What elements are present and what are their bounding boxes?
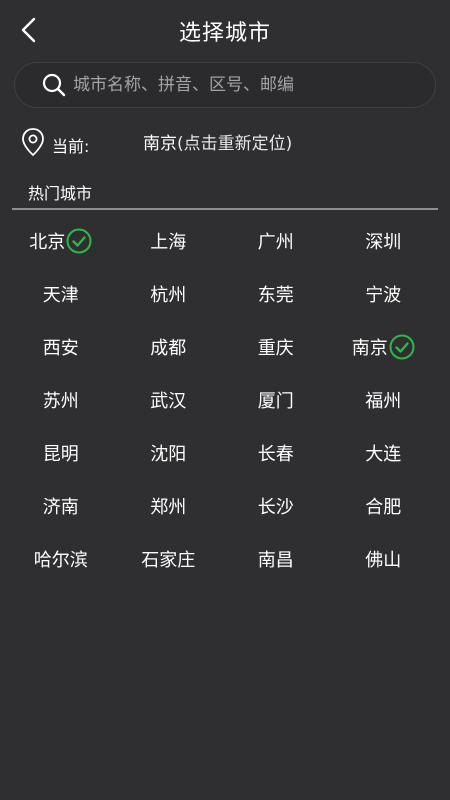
check-circle-icon — [389, 334, 415, 359]
city-item[interactable]: 南昌 — [222, 532, 330, 585]
city-name: 武汉 — [150, 390, 187, 412]
city-name: 哈尔滨 — [33, 549, 88, 571]
hot-cities-grid: 北京 上海 广州 深圳天津 杭州 东莞 宁波西安 成都 重庆 南京苏州 武汉 厦门 福州昆明 沈阳 长春 大连… — [0, 214, 450, 585]
city-name: 大连 — [365, 443, 402, 465]
city-name: 天津 — [42, 284, 79, 306]
city-item[interactable]: 广州 — [222, 214, 330, 267]
city-name: 长春 — [257, 443, 294, 465]
city-item[interactable]: 北京 — [7, 214, 115, 267]
city-name: 佛山 — [365, 549, 402, 571]
city-name: 厦门 — [257, 390, 294, 412]
city-name: 南京 — [351, 337, 388, 359]
current-city-name: 南京 — [143, 134, 177, 154]
city-item[interactable]: 郑州 — [115, 479, 223, 532]
city-name: 宁波 — [365, 284, 402, 306]
city-item[interactable]: 石家庄 — [115, 532, 223, 585]
current-label: 当前: — [52, 137, 90, 156]
location-pin-icon — [22, 128, 44, 157]
hot-cities-title: 热门城市 — [28, 184, 93, 203]
city-item[interactable]: 长春 — [222, 426, 330, 479]
city-name: 重庆 — [257, 337, 294, 359]
check-circle-icon — [66, 228, 92, 253]
search-bar[interactable] — [14, 62, 436, 108]
city-item[interactable]: 东莞 — [222, 267, 330, 320]
city-name: 北京 — [29, 231, 66, 253]
city-item[interactable]: 西安 — [7, 320, 115, 373]
city-item[interactable]: 哈尔滨 — [7, 532, 115, 585]
city-item[interactable]: 宁波 — [330, 267, 438, 320]
city-item[interactable]: 天津 — [7, 267, 115, 320]
city-name: 长沙 — [257, 496, 294, 518]
city-item[interactable]: 重庆 — [222, 320, 330, 373]
city-name: 济南 — [42, 496, 79, 518]
city-row: 西安 成都 重庆 南京 — [0, 320, 450, 373]
search-icon — [42, 73, 66, 97]
city-name: 石家庄 — [141, 549, 196, 571]
city-item[interactable]: 南京 — [330, 320, 438, 373]
relocate-button[interactable]: 南京(点击重新定位) — [143, 129, 292, 154]
city-name: 东莞 — [257, 284, 294, 306]
city-name: 成都 — [150, 337, 187, 359]
divider — [12, 208, 438, 210]
city-name: 广州 — [257, 231, 294, 253]
city-item[interactable]: 佛山 — [330, 532, 438, 585]
city-item[interactable]: 苏州 — [7, 373, 115, 426]
city-name: 苏州 — [42, 390, 79, 412]
city-name: 福州 — [365, 390, 402, 412]
city-item[interactable]: 合肥 — [330, 479, 438, 532]
city-name: 合肥 — [365, 496, 402, 518]
city-row: 天津 杭州 东莞 宁波 — [0, 267, 450, 320]
header: 选择城市 — [0, 0, 450, 60]
city-item[interactable]: 武汉 — [115, 373, 223, 426]
city-name: 南昌 — [257, 549, 294, 571]
city-item[interactable]: 成都 — [115, 320, 223, 373]
city-item[interactable]: 沈阳 — [115, 426, 223, 479]
search-input[interactable] — [73, 65, 435, 105]
city-item[interactable]: 上海 — [115, 214, 223, 267]
city-item[interactable]: 济南 — [7, 479, 115, 532]
current-location: 当前: 南京(点击重新定位) — [0, 125, 450, 159]
city-item[interactable]: 长沙 — [222, 479, 330, 532]
city-item[interactable]: 福州 — [330, 373, 438, 426]
city-item[interactable]: 大连 — [330, 426, 438, 479]
city-row: 昆明 沈阳 长春 大连 — [0, 426, 450, 479]
city-name: 昆明 — [42, 443, 79, 465]
city-name: 杭州 — [150, 284, 187, 306]
city-row: 北京 上海 广州 深圳 — [0, 214, 450, 267]
city-row: 苏州 武汉 厦门 福州 — [0, 373, 450, 426]
city-item[interactable]: 深圳 — [330, 214, 438, 267]
city-item[interactable]: 昆明 — [7, 426, 115, 479]
city-item[interactable]: 厦门 — [222, 373, 330, 426]
city-row: 济南 郑州 长沙 合肥 — [0, 479, 450, 532]
city-name: 深圳 — [365, 231, 402, 253]
city-name: 西安 — [42, 337, 79, 359]
relocate-hint: (点击重新定位) — [177, 134, 293, 154]
city-row: 哈尔滨 石家庄 南昌 佛山 — [0, 532, 450, 585]
city-name: 沈阳 — [150, 443, 187, 465]
page-title: 选择城市 — [178, 21, 271, 46]
city-name: 上海 — [150, 231, 187, 253]
city-item[interactable]: 杭州 — [115, 267, 223, 320]
city-name: 郑州 — [150, 496, 187, 518]
